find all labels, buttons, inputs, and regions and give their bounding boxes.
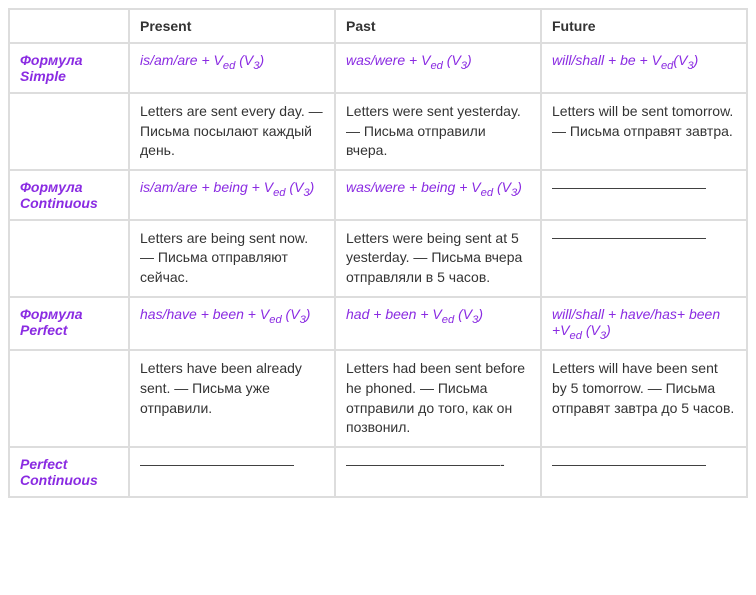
simple-formula-label: Формула Simple — [9, 43, 129, 93]
perfect-continuous-present: ——————————— — [129, 447, 335, 497]
continuous-example-present: Letters are being sent now. — Письма отп… — [129, 220, 335, 297]
continuous-formula-row: Формула Continuous is/am/are + being + V… — [9, 170, 747, 220]
perfect-formula-present: has/have + been + Ved (V3) — [129, 297, 335, 351]
simple-example-row: Letters are sent every day. — Письма пос… — [9, 93, 747, 170]
continuous-formula-past: was/were + being + Ved (V3) — [335, 170, 541, 220]
perfect-continuous-row: Perfect Continuous ——————————— —————————… — [9, 447, 747, 497]
perfect-continuous-past: ———————————- — [335, 447, 541, 497]
perfect-formula-past: had + been + Ved (V3) — [335, 297, 541, 351]
continuous-example-blank — [9, 220, 129, 297]
continuous-example-past: Letters were being sent at 5 yesterday. … — [335, 220, 541, 297]
header-row: Present Past Future — [9, 9, 747, 43]
perfect-example-future: Letters will have been sent by 5 tomorro… — [541, 350, 747, 446]
perfect-continuous-label: Perfect Continuous — [9, 447, 129, 497]
perfect-formula-future: will/shall + have/has+ been +Ved (V3) — [541, 297, 747, 351]
perfect-example-past: Letters had been sent before he phoned. … — [335, 350, 541, 446]
simple-formula-past: was/were + Ved (V3) — [335, 43, 541, 93]
simple-example-past: Letters were sent yesterday. — Письма от… — [335, 93, 541, 170]
continuous-formula-future: ——————————— — [541, 170, 747, 220]
header-present: Present — [129, 9, 335, 43]
simple-formula-future: will/shall + be + Ved(V3) — [541, 43, 747, 93]
continuous-formula-label: Формула Continuous — [9, 170, 129, 220]
continuous-formula-present: is/am/are + being + Ved (V3) — [129, 170, 335, 220]
continuous-example-row: Letters are being sent now. — Письма отп… — [9, 220, 747, 297]
passive-voice-table: Present Past Future Формула Simple is/am… — [8, 8, 748, 498]
simple-example-blank — [9, 93, 129, 170]
perfect-example-row: Letters have been already sent. — Письма… — [9, 350, 747, 446]
simple-example-present: Letters are sent every day. — Письма пос… — [129, 93, 335, 170]
perfect-example-present: Letters have been already sent. — Письма… — [129, 350, 335, 446]
perfect-formula-row: Формула Perfect has/have + been + Ved (V… — [9, 297, 747, 351]
perfect-example-blank — [9, 350, 129, 446]
header-future: Future — [541, 9, 747, 43]
perfect-formula-label: Формула Perfect — [9, 297, 129, 351]
header-blank — [9, 9, 129, 43]
header-past: Past — [335, 9, 541, 43]
simple-formula-row: Формула Simple is/am/are + Ved (V3) was/… — [9, 43, 747, 93]
simple-formula-present: is/am/are + Ved (V3) — [129, 43, 335, 93]
perfect-continuous-future: ——————————— — [541, 447, 747, 497]
continuous-example-future: ——————————— — [541, 220, 747, 297]
simple-example-future: Letters will be sent tomorrow. — Письма … — [541, 93, 747, 170]
